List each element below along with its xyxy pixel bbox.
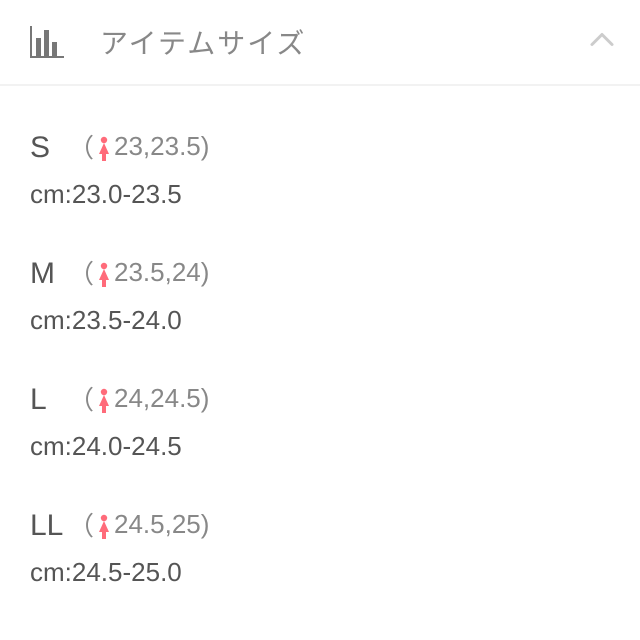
bar-chart-icon: [30, 26, 64, 58]
size-cm-range: cm:24.5-25.0: [30, 557, 610, 588]
chevron-up-icon[interactable]: [588, 26, 616, 59]
size-label: M: [30, 257, 66, 291]
section-title: アイテムサイズ: [100, 22, 306, 62]
size-paren-values: 23.5,24: [114, 257, 201, 288]
female-icon: [96, 514, 112, 540]
size-label: S: [30, 131, 66, 165]
section-header[interactable]: アイテムサイズ: [0, 0, 640, 86]
size-row: LL （ 24.5,25 ) cm:24.5-25.0: [0, 484, 640, 610]
size-paren-values: 24.5,25: [114, 509, 201, 540]
size-paren-values: 23,23.5: [114, 131, 201, 162]
size-paren-values: 24,24.5: [114, 383, 201, 414]
size-paren-group: （ 23,23.5 ): [68, 128, 209, 165]
size-row: M （ 23.5,24 ) cm:23.5-24.0: [0, 232, 640, 358]
size-paren-group: （ 24,24.5 ): [68, 380, 209, 417]
size-paren-group: （ 23.5,24 ): [68, 254, 209, 291]
size-paren-group: （ 24.5,25 ): [68, 506, 209, 543]
size-label: LL: [30, 509, 66, 543]
female-icon: [96, 136, 112, 162]
size-label: L: [30, 383, 66, 417]
female-icon: [96, 262, 112, 288]
size-cm-range: cm:24.0-24.5: [30, 431, 610, 462]
size-list: S （ 23,23.5 ) cm:23.0-23.5 M （ 23.5,24 ): [0, 86, 640, 630]
size-row: L （ 24,24.5 ) cm:24.0-24.5: [0, 358, 640, 484]
female-icon: [96, 388, 112, 414]
size-row: S （ 23,23.5 ) cm:23.0-23.5: [0, 106, 640, 232]
size-cm-range: cm:23.5-24.0: [30, 305, 610, 336]
size-cm-range: cm:23.0-23.5: [30, 179, 610, 210]
